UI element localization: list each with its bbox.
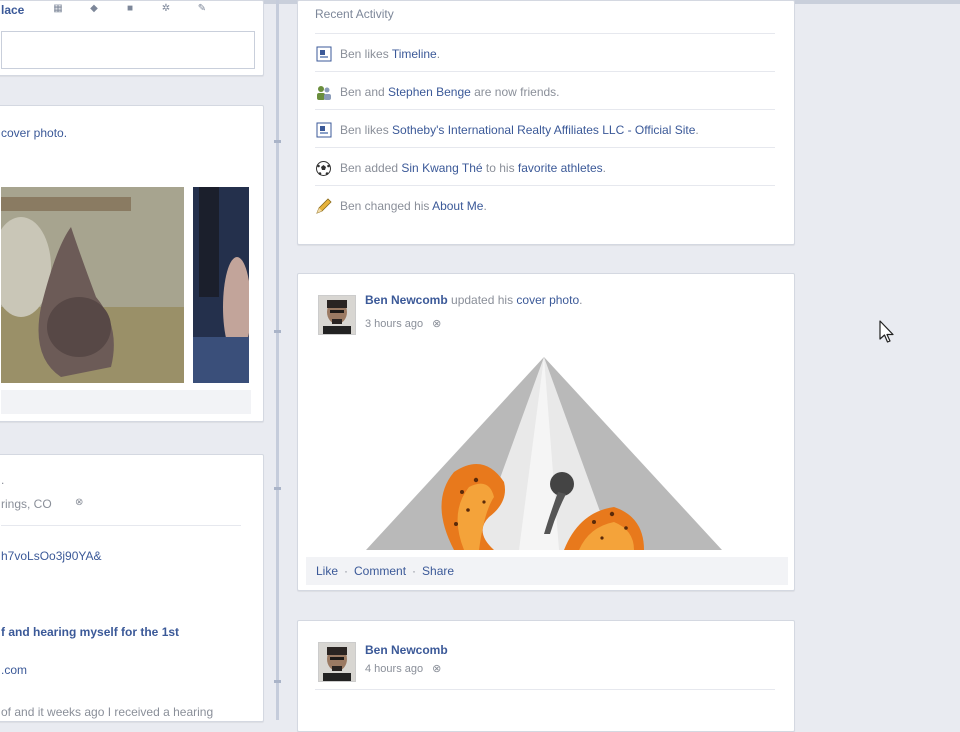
post-timestamp[interactable]: 3 hours ago ⊗ (365, 317, 441, 330)
activity-text: . (602, 161, 606, 175)
post-actions-bar (1, 390, 251, 414)
page-icon (315, 122, 332, 139)
activity-text: Ben changed his (340, 199, 433, 213)
friends-icon (315, 84, 332, 101)
pencil-icon[interactable]: ✎ (195, 3, 209, 14)
share-button[interactable]: Share (422, 564, 454, 578)
cover-photo-update-post: Ben Newcomb updated his cover photo. 3 h… (297, 273, 795, 591)
comment-button[interactable]: Comment (354, 564, 406, 578)
spine-marker (274, 140, 281, 143)
spine-marker (274, 330, 281, 333)
activity-text: . (483, 199, 487, 213)
activity-link[interactable]: Sotheby's International Realty Affiliate… (392, 123, 695, 137)
divider (315, 33, 775, 34)
gear-icon[interactable]: ✲ (159, 3, 173, 14)
mouse-cursor-icon (879, 320, 897, 346)
page-icon (315, 46, 332, 63)
author-name[interactable]: Ben Newcomb (365, 293, 448, 307)
divider (315, 109, 775, 110)
activity-item: Ben and Stephen Benge are now friends. (315, 82, 560, 102)
public-icon: ⊗ (75, 497, 84, 508)
activity-text: . (695, 123, 699, 137)
public-icon: ⊗ (432, 663, 442, 675)
activity-item: Ben changed his About Me. (315, 196, 487, 216)
post-meta: . (1, 473, 5, 487)
post-author[interactable]: Ben Newcomb (365, 643, 448, 657)
divider (315, 71, 775, 72)
timestamp-text[interactable]: 3 hours ago (365, 318, 423, 330)
post-photo-person[interactable] (193, 187, 249, 383)
divider (315, 147, 775, 148)
public-icon: ⊗ (432, 318, 442, 330)
cover-photo-image[interactable] (344, 352, 744, 552)
post-author[interactable]: Ben Newcomb updated his cover photo. (365, 293, 582, 307)
calendar-icon[interactable]: ■ (123, 3, 137, 14)
post-location: rings, CO (1, 497, 52, 511)
timestamp-text[interactable]: 4 hours ago (365, 663, 423, 675)
timeline-page: lace ▦ ◆ ■ ✲ ✎ cover photo. . rings, CO … (0, 0, 960, 732)
activity-text: Ben and (340, 85, 389, 99)
timeline-spine (276, 0, 279, 720)
spine-marker (274, 680, 281, 683)
status-update-post: Ben Newcomb 4 hours ago ⊗ (297, 620, 795, 732)
activity-link[interactable]: Sin Kwang Thé (401, 161, 482, 175)
post-photo-dog[interactable] (1, 187, 184, 383)
activity-text: are now friends. (470, 85, 560, 99)
activity-text: Ben likes (340, 123, 393, 137)
status-post: . rings, CO ⊗ h7voLsOo3j90YA& f and hear… (0, 454, 264, 722)
separator: · (412, 564, 417, 578)
divider (315, 689, 775, 690)
post-action-end: . (579, 293, 583, 307)
post-action-text: updated his (447, 293, 517, 307)
activity-text: Ben added (340, 161, 402, 175)
divider (1, 525, 241, 526)
avatar[interactable] (318, 642, 356, 682)
activity-text: to his (482, 161, 518, 175)
cover-photo-link[interactable]: cover photo. (1, 126, 67, 140)
avatar[interactable] (318, 295, 356, 335)
activity-text: . (436, 47, 441, 61)
activity-link[interactable]: Stephen Benge (388, 85, 471, 99)
recent-activity-card: Recent Activity Ben likes Timeline. Ben … (297, 0, 795, 245)
recent-activity-title: Recent Activity (315, 7, 394, 21)
cover-photo-link[interactable]: cover photo (516, 293, 579, 307)
status-input[interactable] (1, 31, 255, 69)
shared-body: of and it weeks ago I received a hearing (1, 705, 214, 719)
activity-item: Ben likes Sotheby's International Realty… (315, 120, 699, 140)
activity-item: Ben likes Timeline. (315, 44, 440, 64)
shared-headline[interactable]: f and hearing myself for the 1st (1, 625, 179, 639)
soccer-ball-icon (315, 160, 332, 177)
shared-link[interactable]: h7voLsOo3j90YA& (1, 549, 102, 563)
divider (315, 185, 775, 186)
composer-tab[interactable]: lace (1, 3, 24, 17)
activity-link[interactable]: favorite athletes (518, 161, 603, 175)
post-timestamp[interactable]: 4 hours ago ⊗ (365, 662, 441, 675)
separator: · (344, 564, 349, 578)
pencil-icon (315, 197, 332, 215)
spine-marker (274, 487, 281, 490)
activity-item: Ben added Sin Kwang Thé to his favorite … (315, 158, 606, 178)
composer-icons: ▦ ◆ ■ ✲ ✎ (51, 3, 209, 14)
activity-link[interactable]: Timeline (392, 47, 437, 61)
post-actions-bar: Like · Comment · Share (306, 557, 788, 585)
cover-photo-post: cover photo. (0, 105, 264, 422)
location-icon[interactable]: ◆ (87, 3, 101, 14)
shared-domain[interactable]: .com (1, 663, 27, 677)
status-composer: lace ▦ ◆ ■ ✲ ✎ (0, 0, 264, 76)
like-button[interactable]: Like (316, 564, 338, 578)
activity-text: Ben likes (340, 47, 392, 61)
photo-icon[interactable]: ▦ (51, 3, 65, 14)
activity-link[interactable]: About Me (432, 199, 483, 213)
